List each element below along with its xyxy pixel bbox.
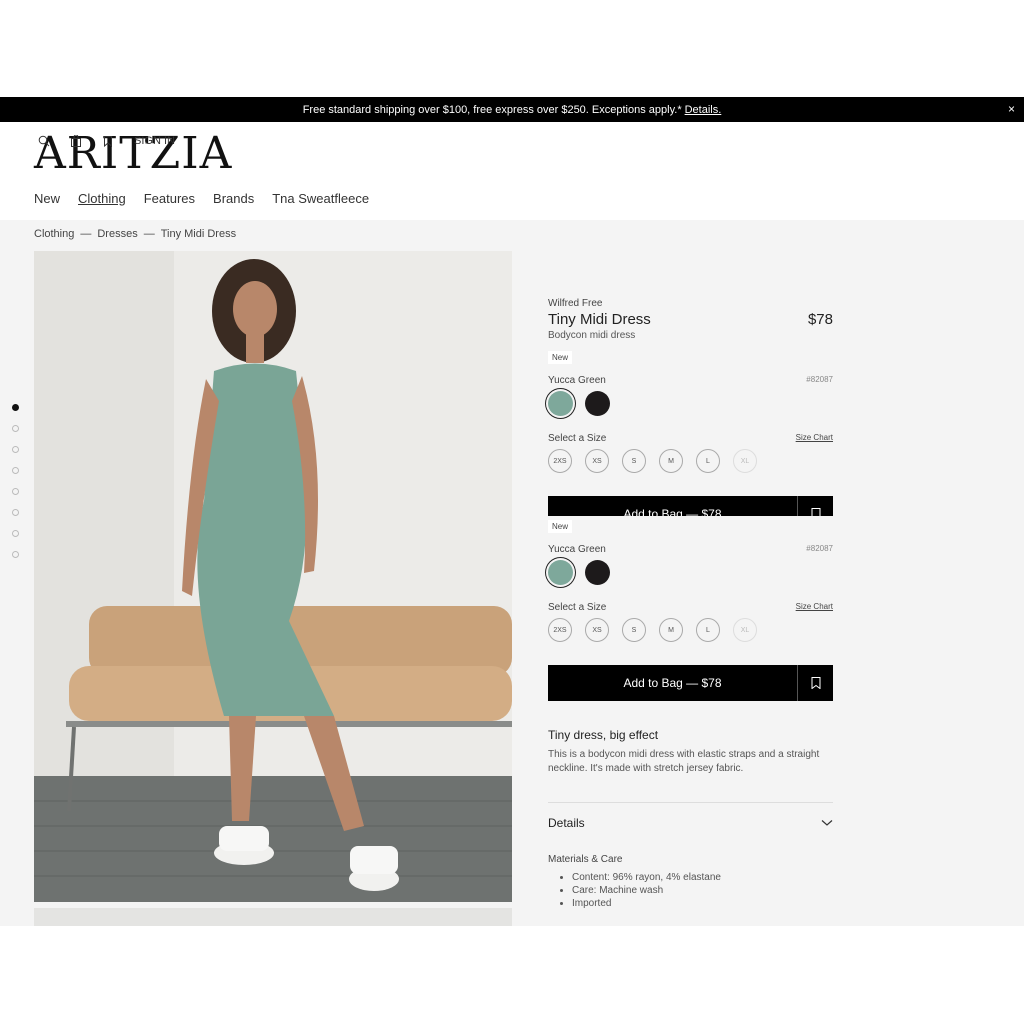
product-title: Tiny Midi Dress [548,311,651,328]
size-option[interactable]: XL [733,618,757,642]
details-accordion[interactable]: Details [548,816,833,830]
carousel-dot[interactable] [12,467,19,474]
breadcrumb-separator: — [80,228,92,240]
size-option[interactable]: XL [733,449,757,473]
nav-item-clothing[interactable]: Clothing [78,191,126,206]
details-label: Details [548,816,585,830]
new-badge: New [548,351,573,364]
swatch-yucca-green[interactable] [548,560,573,585]
add-to-bag-button[interactable]: Add to Bag — $78 [548,665,797,701]
close-icon[interactable]: × [1008,102,1015,116]
chevron-down-icon[interactable] [821,816,833,830]
add-to-bag-bar: Add to Bag — $78 [548,665,833,701]
promo-details-link[interactable]: Details. [685,104,722,116]
size-option[interactable]: S [622,449,646,473]
product-info: Wilfred Free Tiny Midi Dress $78 Bodycon… [548,298,833,532]
sign-in-link[interactable]: SIGN IN [134,135,175,150]
product-price: $78 [807,311,833,328]
color-name: Yucca Green [548,375,606,386]
size-option[interactable]: 2XS [548,618,572,642]
description-heading: Tiny dress, big effect [548,728,659,742]
page-bottom-blank [0,926,1024,1024]
swatch-black[interactable] [585,391,610,416]
size-selector: 2XS XS S M L XL [548,449,833,473]
product-sku: #82087 [806,375,833,384]
main-nav: New Clothing Features Brands Tna Sweatfl… [34,191,369,206]
materials-label: Materials & Care [548,854,623,865]
carousel-dot[interactable] [12,404,19,411]
size-option[interactable]: S [622,618,646,642]
promo-text: Free standard shipping over $100, free e… [302,103,682,116]
breadcrumb-separator: — [143,228,155,240]
list-item: Care: Machine wash [572,885,833,896]
bookmark-icon[interactable] [797,665,833,701]
nav-item-new[interactable]: New [34,191,60,206]
list-item: Content: 96% rayon, 4% elastane [572,872,833,883]
site-header: ARITZIA SIGN IN New Clothing Features Br… [0,122,1024,220]
promo-banner: Free standard shipping over $100, free e… [0,97,1024,122]
size-label: Select a Size [548,602,607,613]
carousel-dot[interactable] [12,530,19,537]
size-option[interactable]: XS [585,449,609,473]
product-sku: #82087 [806,544,833,553]
breadcrumb-clothing[interactable]: Clothing [34,228,74,240]
breadcrumb: Clothing — Dresses — Tiny Midi Dress [34,228,236,240]
materials-care: Materials & Care Content: 96% rayon, 4% … [548,854,833,911]
product-description: Tiny dress, big effect This is a bodycon… [548,728,833,776]
list-item: Imported [572,898,833,909]
size-chart-link[interactable]: Size Chart [796,433,833,444]
size-option[interactable]: 2XS [548,449,572,473]
divider [548,802,833,803]
carousel-dot[interactable] [12,446,19,453]
materials-list: Content: 96% rayon, 4% elastane Care: Ma… [548,872,833,909]
product-options-duplicate: New Yucca Green #82087 Select a Size Siz… [548,516,833,701]
carousel-dot[interactable] [12,488,19,495]
product-brand[interactable]: Wilfred Free [548,298,833,309]
carousel-dot[interactable] [12,425,19,432]
nav-item-features[interactable]: Features [144,191,195,206]
new-badge: New [548,520,573,533]
search-icon[interactable] [38,135,50,150]
image-carousel-dots [12,404,19,558]
size-label: Select a Size [548,433,607,444]
color-name: Yucca Green [548,544,606,555]
bag-icon[interactable] [70,134,82,150]
wishlist-icon[interactable] [102,135,114,150]
size-option[interactable]: L [696,618,720,642]
color-swatches [548,391,833,416]
product-subtitle: Bodycon midi dress [548,330,636,341]
swatch-yucca-green[interactable] [548,391,573,416]
carousel-dot[interactable] [12,551,19,558]
color-swatches [548,560,833,585]
product-image-secondary[interactable] [34,908,512,926]
size-option[interactable]: M [659,449,683,473]
nav-item-tna-sweatfleece[interactable]: Tna Sweatfleece [272,191,369,206]
size-option[interactable]: M [659,618,683,642]
swatch-black[interactable] [585,560,610,585]
size-selector: 2XS XS S M L XL [548,618,833,642]
nav-item-brands[interactable]: Brands [213,191,254,206]
size-option[interactable]: XS [585,618,609,642]
breadcrumb-current: Tiny Midi Dress [160,228,237,240]
description-body: This is a bodycon midi dress with elasti… [548,749,820,774]
utility-icons: SIGN IN [38,134,175,150]
product-image[interactable] [34,251,512,902]
product-page: Clothing — Dresses — Tiny Midi Dress Wil… [0,220,1024,926]
size-chart-link[interactable]: Size Chart [796,602,833,613]
size-option[interactable]: L [696,449,720,473]
carousel-dot[interactable] [12,509,19,516]
breadcrumb-dresses[interactable]: Dresses [97,228,137,240]
